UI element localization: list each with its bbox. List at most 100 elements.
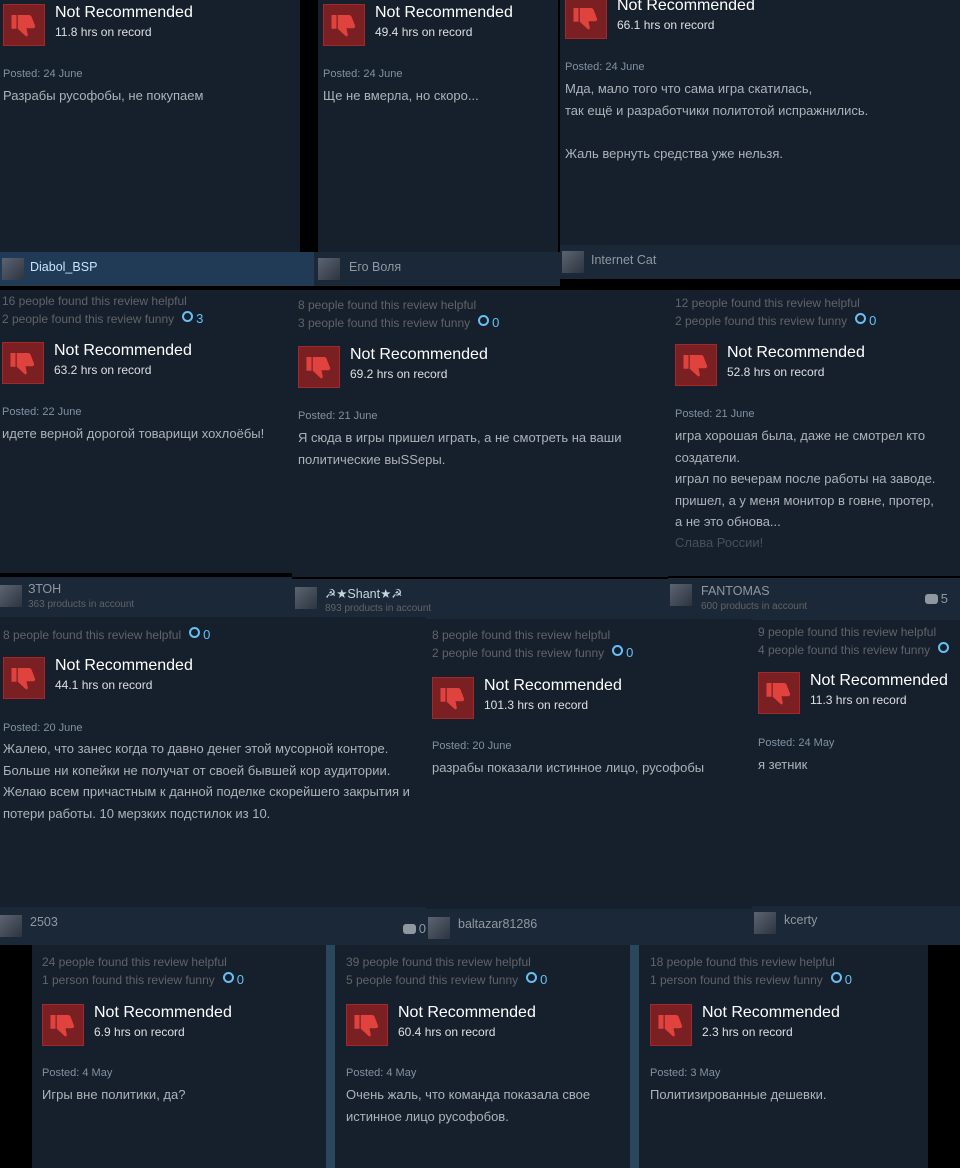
posted-date: Posted: 4 May [42, 1067, 113, 1079]
recommendation-title: Not Recommended [54, 342, 192, 359]
avatar[interactable] [0, 585, 22, 607]
author-strip-2503[interactable]: 2503 0 [0, 907, 426, 945]
hours-on-record: 2.3 hrs on record [702, 1025, 793, 1039]
award-count: 0 [844, 972, 853, 987]
thumbs-down-icon [323, 4, 365, 46]
review-card-2: Not Recommended 49.4 hrs on record Poste… [318, 0, 558, 252]
comment-icon [924, 594, 938, 604]
funny-count: 4 people found this review funny [758, 641, 952, 659]
review-card-11: 39 people found this review helpful 5 pe… [335, 945, 630, 1168]
helpful-count: 39 people found this review helpful [346, 955, 531, 969]
review-card-4: 16 people found this review helpful 2 pe… [0, 290, 292, 573]
helpful-count: 12 people found this review helpful [675, 296, 860, 310]
posted-date: Posted: 22 June [2, 406, 82, 418]
avatar[interactable] [318, 258, 340, 280]
avatar[interactable] [295, 587, 317, 609]
hours-on-record: 11.8 hrs on record [55, 25, 152, 39]
posted-date: Posted: 24 June [565, 61, 645, 73]
author-name[interactable]: ☭★Shant★☭ [325, 586, 403, 601]
award-count: 0 [203, 627, 211, 642]
posted-date: Posted: 4 May [346, 1067, 417, 1079]
award-icon[interactable]: 0 [189, 627, 210, 642]
funny-count: 2 people found this review funny 0 [432, 644, 633, 662]
author-strip-diabol[interactable]: Diabol_BSP [0, 252, 314, 286]
review-card-8: 8 people found this review helpful 2 peo… [426, 619, 752, 909]
review-body: Мда, мало того что сама игра скатилась, … [565, 81, 869, 161]
review-body-fade: Слава России! [675, 535, 764, 550]
award-count: 0 [869, 313, 877, 328]
avatar[interactable] [0, 915, 22, 937]
avatar[interactable] [670, 584, 692, 606]
funny-count: 3 people found this review funny 0 [298, 314, 499, 332]
review-card-6: 12 people found this review helpful 2 pe… [668, 290, 960, 576]
posted-date: Posted: 3 May [650, 1067, 721, 1079]
author-name[interactable]: ЗТОН [28, 582, 61, 596]
funny-count: 2 people found this review funny 0 [675, 312, 876, 330]
author-strip-kcerty[interactable]: kcerty [752, 906, 960, 945]
thumbs-down-icon [758, 672, 800, 714]
avatar[interactable] [562, 251, 584, 273]
helpful-count: 24 people found this review helpful [42, 955, 227, 969]
award-icon[interactable]: 0 [222, 972, 245, 987]
author-name[interactable]: 2503 [30, 915, 58, 929]
award-count: 0 [492, 315, 500, 330]
recommendation-title: Not Recommended [94, 1004, 232, 1021]
thumbs-down-icon [2, 342, 44, 384]
avatar[interactable] [2, 258, 24, 280]
review-card-3: Not Recommended 66.1 hrs on record Poste… [560, 0, 960, 245]
avatar[interactable] [428, 917, 450, 939]
avatar[interactable] [754, 912, 776, 934]
funny-text: 5 people found this review funny [346, 973, 519, 987]
author-strip-ZTON[interactable]: ЗТОН 363 products in account [0, 577, 292, 617]
award-count: 0 [626, 645, 634, 660]
helpful-text: 8 people found this review helpful [3, 628, 182, 642]
award-icon[interactable]: 0 [855, 313, 876, 328]
funny-count: 2 people found this review funny 3 [2, 310, 203, 328]
award-icon[interactable]: 3 [182, 311, 203, 326]
author-strip-fantomas[interactable]: FANTOMAS 600 products in account 5 [668, 578, 960, 620]
award-count: 3 [196, 311, 204, 326]
author-strip-internet-cat[interactable]: Internet Cat [560, 245, 960, 279]
funny-count: 1 person found this review funny 0 [42, 971, 244, 989]
hours-on-record: 11.3 hrs on record [810, 693, 907, 707]
posted-date: Posted: 24 June [323, 68, 403, 80]
comment-count[interactable]: 0 [402, 921, 426, 936]
award-icon[interactable]: 0 [830, 972, 853, 987]
recommendation-title: Not Recommended [702, 1004, 840, 1021]
author-name[interactable]: Его Воля [349, 260, 401, 274]
posted-date: Posted: 24 June [3, 68, 83, 80]
author-name[interactable]: Internet Cat [591, 253, 656, 267]
author-name[interactable]: Diabol_BSP [30, 260, 97, 274]
funny-text: 2 people found this review funny [432, 646, 605, 660]
thumbs-down-icon [3, 4, 45, 46]
funny-count: 1 person found this review funny 0 [650, 971, 852, 989]
author-strip-baltazar[interactable]: baltazar81286 [426, 909, 752, 945]
review-body: Жалею, что занес когда то давно денег эт… [3, 741, 410, 821]
review-body: идете верной дорогой товарищи хохлоёбы! [2, 426, 265, 441]
comment-count[interactable]: 5 [924, 591, 948, 606]
helpful-count: 9 people found this review helpful [758, 625, 937, 639]
helpful-count: 16 people found this review helpful [2, 294, 187, 308]
author-name[interactable]: FANTOMAS [701, 584, 770, 598]
author-name[interactable]: kcerty [784, 913, 817, 927]
review-body: Очень жаль, что команда показала свое ис… [346, 1087, 591, 1124]
column-divider [326, 945, 335, 1168]
helpful-count: 8 people found this review helpful [298, 298, 477, 312]
award-icon[interactable]: 0 [478, 315, 499, 330]
recommendation-title: Not Recommended [350, 346, 488, 363]
review-card-12: 18 people found this review helpful 1 pe… [639, 945, 928, 1168]
funny-text: 3 people found this review funny [298, 316, 471, 330]
author-name[interactable]: baltazar81286 [458, 917, 537, 931]
award-count: 0 [236, 972, 245, 987]
helpful-count: 8 people found this review helpful 0 [3, 626, 210, 644]
award-icon[interactable]: 0 [526, 972, 547, 987]
recommendation-title: Not Recommended [810, 672, 948, 689]
thumbs-down-icon [298, 346, 340, 388]
thumbs-down-icon [675, 344, 717, 386]
award-icon[interactable] [938, 642, 952, 657]
author-strip-ego-volya[interactable]: Его Воля [314, 252, 560, 286]
award-icon[interactable]: 0 [612, 645, 633, 660]
author-strip-shant[interactable]: ☭★Shant★☭ 893 products in account [292, 579, 668, 619]
thumbs-down-icon [565, 0, 607, 39]
products-count: 363 products in account [28, 599, 135, 610]
